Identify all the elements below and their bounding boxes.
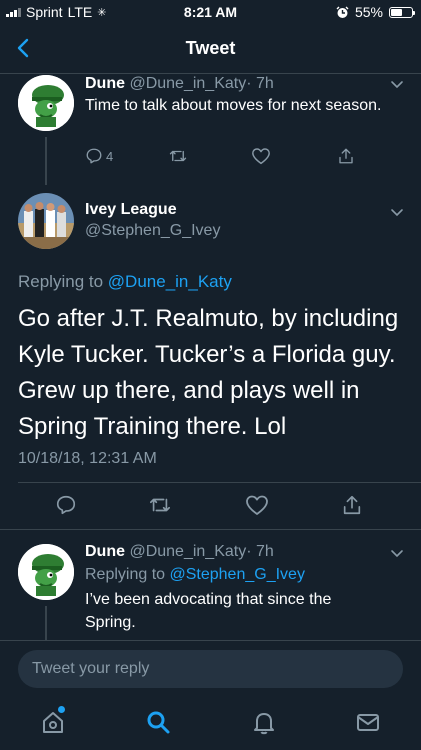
reply-count: 4 <box>106 148 114 164</box>
nav-bar: Tweet <box>0 24 421 74</box>
alarm-icon <box>336 6 349 18</box>
reply-icon[interactable] <box>55 494 77 516</box>
like-button[interactable] <box>251 147 271 165</box>
tweet-actions <box>55 494 375 518</box>
thread-line <box>45 137 47 185</box>
status-bar: Sprint LTE ✳ 8:21 AM 55% <box>0 0 421 24</box>
replying-to-label: Replying to <box>85 566 166 583</box>
battery-fill <box>391 8 402 16</box>
battery-percent: 55% <box>354 4 383 20</box>
dune-avatar-image <box>18 544 74 600</box>
search-icon[interactable] <box>145 709 171 735</box>
retweet-icon[interactable] <box>147 494 173 516</box>
reply-input[interactable]: Tweet your reply <box>18 650 403 688</box>
share-button[interactable] <box>337 147 355 165</box>
retweet-button[interactable] <box>168 147 188 165</box>
dune-avatar-image <box>18 75 74 131</box>
chevron-down-icon[interactable] <box>389 76 405 92</box>
new-content-dot <box>58 706 65 713</box>
notifications-icon[interactable] <box>251 709 277 735</box>
avatar[interactable] <box>18 193 74 249</box>
tweet-header: Dune @Dune_in_Katy· 7h <box>85 75 274 93</box>
user-handle[interactable]: @Dune_in_Katy <box>129 543 246 560</box>
chevron-down-icon[interactable] <box>389 545 405 561</box>
ivey-avatar-image <box>18 193 74 249</box>
tweet-text: I’ve been advocating that since the Spri… <box>85 591 332 631</box>
chevron-down-icon[interactable] <box>389 204 405 220</box>
avatar[interactable] <box>18 544 74 600</box>
tab-bar <box>0 696 421 750</box>
heart-icon <box>252 148 270 165</box>
tweet-thread: Dune @Dune_in_Katy· 7h Time to talk abou… <box>0 75 421 640</box>
divider <box>18 482 421 483</box>
replying-to: Replying to @Stephen_G_Ivey <box>85 566 305 584</box>
battery-icon <box>389 6 415 18</box>
display-name[interactable]: Dune <box>85 543 125 560</box>
thread-line <box>45 606 47 640</box>
share-icon <box>339 148 353 164</box>
user-handle[interactable]: @Dune_in_Katy <box>129 75 246 92</box>
tweet-age: · 7h <box>246 543 274 560</box>
tweet-timestamp: 10/18/18, 12:31 AM <box>18 450 157 467</box>
replying-to: Replying to @Dune_in_Katy <box>18 272 232 292</box>
tweet-text: Time to talk about moves for next season… <box>85 97 382 114</box>
user-handle[interactable]: @Stephen_G_Ivey <box>85 222 220 240</box>
focused-tweet: Ivey League @Stephen_G_Ivey Replying to … <box>0 185 421 530</box>
reply-button[interactable]: 4 <box>85 147 113 165</box>
replying-to-label: Replying to <box>18 272 104 291</box>
tweet-age: · 7h <box>246 75 274 92</box>
mention-link[interactable]: @Dune_in_Katy <box>108 272 232 291</box>
reply-icon <box>86 148 102 164</box>
status-right: 55% <box>336 4 415 20</box>
reply-tweet[interactable]: Dune @Dune_in_Katy· 7h Replying to @Step… <box>0 530 421 640</box>
page-title: Tweet <box>185 38 236 58</box>
share-icon[interactable] <box>341 494 363 516</box>
parent-tweet[interactable]: Dune @Dune_in_Katy· 7h Time to talk abou… <box>0 75 421 185</box>
compose-bar: Tweet your reply <box>0 640 421 696</box>
retweet-icon <box>169 150 187 162</box>
tweet-text: Go after J.T. Realmuto, by including Kyl… <box>18 305 399 440</box>
messages-icon[interactable] <box>355 709 381 735</box>
heart-icon[interactable] <box>245 494 269 516</box>
display-name[interactable]: Dune <box>85 75 125 92</box>
avatar[interactable] <box>18 75 74 131</box>
display-name[interactable]: Ivey League <box>85 201 177 219</box>
mention-link[interactable]: @Stephen_G_Ivey <box>170 566 305 583</box>
tweet-header: Dune @Dune_in_Katy· 7h <box>85 543 274 561</box>
